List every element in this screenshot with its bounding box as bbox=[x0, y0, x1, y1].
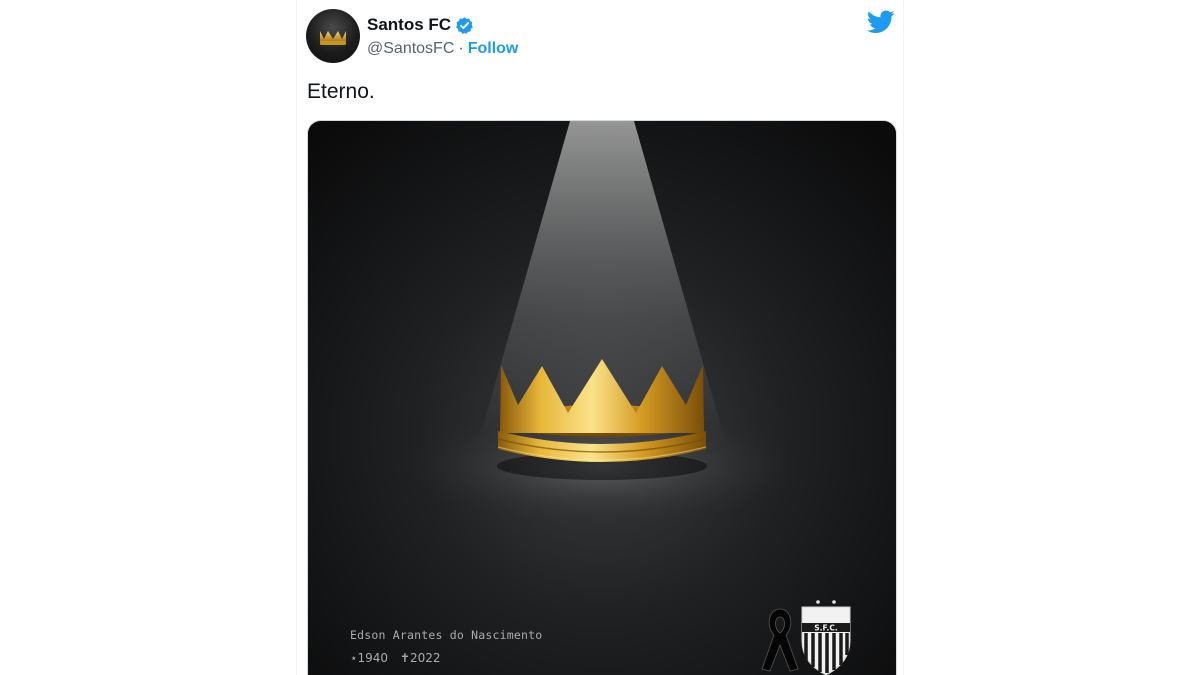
display-name[interactable]: Santos FC bbox=[367, 15, 451, 35]
death-year: ✝2022 bbox=[399, 651, 441, 665]
display-name-row: Santos FC bbox=[367, 14, 518, 36]
handle-row: @SantosFC · Follow bbox=[367, 38, 518, 60]
account-names: Santos FC @SantosFC · Follow bbox=[367, 14, 518, 60]
club-crest: S.F.C. bbox=[801, 600, 851, 675]
tweet-image[interactable]: Edson Arantes do Nascimento ⋆1940 ✝2022 … bbox=[307, 120, 897, 675]
crown-avatar-icon bbox=[320, 31, 346, 45]
tweet-text: Eterno. bbox=[307, 80, 375, 103]
club-logo-text: S.F.C. bbox=[814, 624, 838, 633]
tweet-card: Santos FC @SantosFC · Follow Eterno. Eds… bbox=[297, 0, 903, 675]
avatar[interactable] bbox=[306, 9, 360, 63]
image-caption-name: Edson Arantes do Nascimento bbox=[350, 628, 543, 642]
separator-dot: · bbox=[458, 40, 464, 57]
tweet-header: Santos FC @SantosFC · Follow bbox=[297, 0, 903, 72]
twitter-bird-icon[interactable] bbox=[866, 10, 895, 34]
santos-club-logo: S.F.C. bbox=[758, 599, 858, 675]
account-handle[interactable]: @SantosFC bbox=[367, 40, 454, 58]
mourning-ribbon-icon bbox=[761, 608, 799, 672]
follow-button[interactable]: Follow bbox=[468, 40, 519, 58]
verified-badge-icon bbox=[455, 16, 474, 35]
image-caption-dates: ⋆1940 ✝2022 bbox=[350, 651, 448, 665]
birth-year: ⋆1940 bbox=[350, 651, 389, 665]
crown-artwork bbox=[308, 121, 896, 675]
